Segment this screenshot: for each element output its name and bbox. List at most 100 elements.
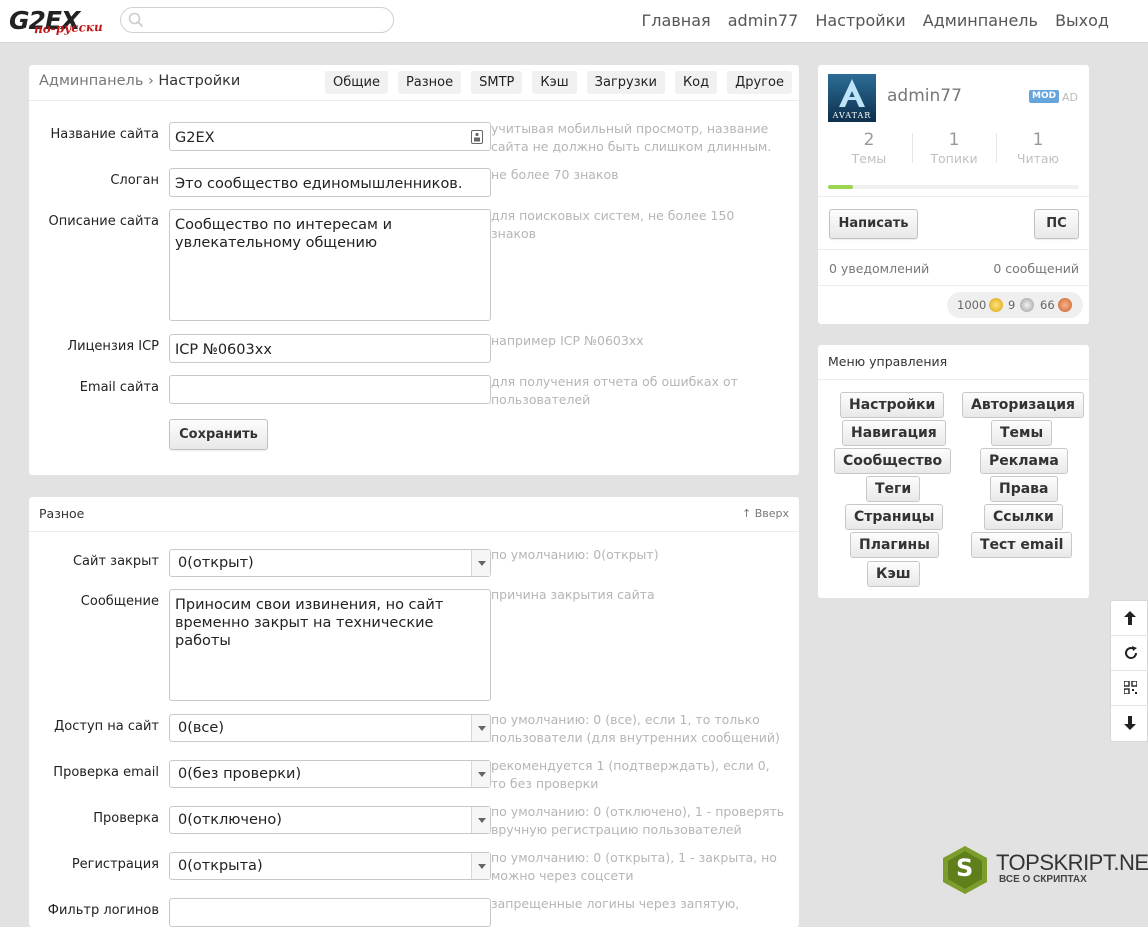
- hint-moderation: по умолчанию: 0 (отключено), 1 - проверя…: [491, 804, 785, 837]
- chevron-down-icon: [471, 807, 490, 833]
- nav-logout[interactable]: Выход: [1055, 11, 1109, 30]
- refresh-button[interactable]: [1111, 636, 1148, 671]
- icp-input[interactable]: ICP №0603xx: [169, 334, 491, 363]
- divider: [29, 531, 799, 532]
- back-to-top-link[interactable]: ↑ Вверх: [742, 507, 789, 520]
- nav-home[interactable]: Главная: [642, 11, 711, 30]
- watermark-letter: S: [956, 854, 974, 882]
- menu-tags-button[interactable]: Теги: [866, 476, 921, 502]
- site-access-select[interactable]: 0(все): [169, 714, 491, 742]
- gold-count: 1000: [957, 298, 987, 312]
- site-email-input[interactable]: [169, 375, 491, 404]
- logo-subtitle: по-русски: [33, 19, 103, 37]
- search-input[interactable]: [120, 7, 394, 33]
- divider: [818, 249, 1089, 250]
- label-email-verification: Проверка email: [53, 765, 159, 780]
- menu-themes-button[interactable]: Темы: [991, 420, 1053, 446]
- stat-following[interactable]: 1 Читаю: [996, 130, 1080, 166]
- tab-uploads[interactable]: Загрузки: [586, 71, 665, 94]
- hint-site-access: по умолчанию: 0 (все), если 1, то только…: [491, 712, 780, 745]
- menu-settings-button[interactable]: Настройки: [840, 392, 945, 418]
- silver-count: 9: [1008, 298, 1016, 312]
- scroll-bottom-button[interactable]: [1111, 706, 1148, 741]
- breadcrumb-current: Настройки: [158, 73, 241, 89]
- top-bar: G2EX по-русски Главная admin77 Настройки…: [0, 0, 1148, 43]
- stat-following-label: Читаю: [1016, 151, 1060, 166]
- email-verification-select[interactable]: 0(без проверки): [169, 760, 491, 788]
- write-button[interactable]: Написать: [829, 209, 918, 239]
- site-logo[interactable]: G2EX по-русски: [9, 6, 104, 36]
- stat-topics[interactable]: 2 Темы: [827, 130, 911, 166]
- bronze-count: 66: [1040, 298, 1055, 312]
- username[interactable]: admin77: [887, 86, 962, 106]
- divider: [29, 100, 799, 101]
- stat-topics-label: Темы: [851, 151, 887, 166]
- scroll-top-button[interactable]: [1111, 601, 1148, 636]
- label-site-name: Название сайта: [50, 127, 159, 142]
- arrow-down-icon: [1124, 716, 1136, 730]
- admin-menu-panel: Меню управления Настройки Навигация Сооб…: [818, 345, 1089, 598]
- notifications-link[interactable]: 0 уведомлений: [829, 261, 929, 276]
- moderation-select[interactable]: 0(отключено): [169, 806, 491, 834]
- section-title: Разное: [39, 506, 85, 521]
- site-name-input[interactable]: G2EX: [169, 122, 491, 151]
- hint-icp: например ICP №0603xx: [491, 333, 644, 348]
- nav-user[interactable]: admin77: [728, 11, 799, 30]
- menu-test-email-button[interactable]: Тест email: [971, 532, 1073, 558]
- label-site-closed: Сайт закрыт: [72, 554, 159, 569]
- progress-fill: [828, 185, 854, 189]
- qr-code-button[interactable]: [1111, 671, 1148, 706]
- divider: [818, 196, 1089, 197]
- tab-cache[interactable]: Кэш: [532, 71, 577, 94]
- menu-navigation-button[interactable]: Навигация: [842, 420, 946, 446]
- watermark-tagline: ВСЕ О СКРИПТАХ: [999, 874, 1087, 885]
- menu-community-button[interactable]: Сообщество: [834, 448, 952, 474]
- settings-panel: Админпанель › Настройки Общие Разное SMT…: [29, 65, 799, 475]
- label-registration: Регистрация: [71, 857, 159, 872]
- private-message-button[interactable]: ПС: [1034, 209, 1079, 239]
- balance-badge[interactable]: 1000 9 66: [947, 292, 1083, 318]
- site-description-textarea[interactable]: Сообщество по интересам и увлекательному…: [169, 209, 491, 321]
- floating-toolbar: [1110, 600, 1148, 742]
- tab-code[interactable]: Код: [674, 71, 718, 94]
- chevron-down-icon: [471, 715, 490, 741]
- label-site-email: Email сайта: [79, 380, 159, 395]
- misc-panel: Разное ↑ Вверх Сайт закрыт 0(открыт) по …: [29, 497, 799, 927]
- slogan-input[interactable]: Это сообщество единомышленников.: [169, 168, 491, 197]
- menu-cache-button[interactable]: Кэш: [867, 561, 920, 587]
- menu-plugins-button[interactable]: Плагины: [850, 532, 939, 558]
- tab-general[interactable]: Общие: [325, 71, 388, 94]
- site-closed-select[interactable]: 0(открыт): [169, 549, 491, 577]
- message-textarea[interactable]: Приносим свои извинения, но сайт временн…: [169, 589, 491, 701]
- email-verification-value: 0(без проверки): [178, 766, 302, 782]
- tab-smtp[interactable]: SMTP: [471, 71, 523, 94]
- ad-badge: AD: [1062, 91, 1078, 104]
- registration-select[interactable]: 0(открыта): [169, 852, 491, 880]
- save-button[interactable]: Сохранить: [169, 419, 268, 450]
- nav-settings[interactable]: Настройки: [815, 11, 905, 30]
- menu-links-button[interactable]: Ссылки: [984, 504, 1063, 530]
- menu-ads-button[interactable]: Реклама: [980, 448, 1068, 474]
- settings-tabs: Общие Разное SMTP Кэш Загрузки Код Друго…: [315, 71, 792, 94]
- hint-slogan: не более 70 знаков: [491, 167, 619, 182]
- hint-site-email: для получения отчета об ошибках от польз…: [491, 374, 738, 407]
- label-slogan: Слоган: [110, 173, 159, 188]
- avatar-logo-icon: [839, 79, 865, 107]
- hint-site-name: учитывая мобильный просмотр, название са…: [491, 121, 772, 154]
- stat-posts-count: 1: [948, 130, 960, 150]
- menu-rights-button[interactable]: Права: [990, 476, 1058, 502]
- nav-admin[interactable]: Админпанель: [923, 11, 1038, 30]
- tab-misc[interactable]: Разное: [397, 71, 462, 94]
- avatar-text: AVATAR: [832, 111, 872, 120]
- site-name-value: G2EX: [175, 130, 215, 146]
- menu-pages-button[interactable]: Страницы: [845, 504, 944, 530]
- login-filter-input[interactable]: [169, 898, 491, 927]
- menu-auth-button[interactable]: Авторизация: [962, 392, 1085, 418]
- messages-link[interactable]: 0 сообщений: [993, 261, 1079, 276]
- label-site-description: Описание сайта: [48, 214, 159, 229]
- tab-other[interactable]: Другое: [727, 71, 792, 94]
- stat-posts[interactable]: 1 Топики: [912, 130, 996, 166]
- breadcrumb-parent[interactable]: Админпанель: [39, 73, 143, 89]
- chevron-down-icon: [471, 853, 490, 879]
- avatar[interactable]: AVATAR: [828, 74, 876, 122]
